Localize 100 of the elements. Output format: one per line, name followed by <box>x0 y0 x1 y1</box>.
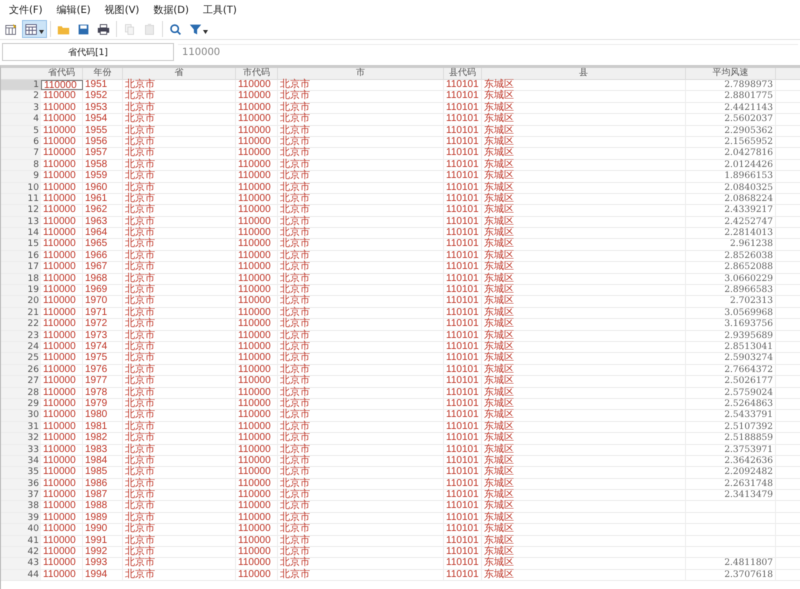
menu-item[interactable]: 数据(D) <box>146 2 196 16</box>
row-number[interactable]: 31 <box>1 422 41 432</box>
row-number[interactable]: 30 <box>1 410 41 421</box>
row-number[interactable]: 17 <box>1 262 41 273</box>
row-number[interactable]: 16 <box>1 250 41 262</box>
row-number[interactable]: 6 <box>1 136 41 148</box>
row-number[interactable]: 20 <box>1 296 41 307</box>
table-cell: 北京市 <box>123 296 236 307</box>
row-number[interactable]: 32 <box>1 433 41 444</box>
column-header[interactable]: 县 <box>482 68 686 79</box>
table-cell: 北京市 <box>278 91 444 102</box>
table-cell: 东城区 <box>482 136 686 148</box>
menu-item[interactable]: 工具(T) <box>196 2 244 16</box>
row-number[interactable]: 3 <box>1 102 41 114</box>
table-cell: 北京市 <box>278 342 444 352</box>
table-cell: 1966 <box>83 250 123 262</box>
table-cell: 110101 <box>444 433 482 444</box>
table-cell: 110101 <box>444 536 482 546</box>
row-number[interactable]: 21 <box>1 308 41 318</box>
table-cell: 110000 <box>236 102 278 114</box>
table-cell: 110000 <box>236 490 278 500</box>
table-cell: 110000 <box>236 262 278 273</box>
row-number[interactable]: 28 <box>1 388 41 398</box>
row-number[interactable]: 9 <box>1 171 41 182</box>
table-cell: 1984 <box>83 456 123 466</box>
table-cell: 2.3707618 <box>686 570 776 580</box>
menu-item[interactable]: 编辑(E) <box>50 2 98 16</box>
row-number[interactable]: 23 <box>1 330 41 341</box>
table-cell: 北京市 <box>123 410 236 421</box>
row-number[interactable]: 27 <box>1 376 41 387</box>
row-number[interactable]: 24 <box>1 342 41 352</box>
table-cell: 110000 <box>41 422 83 432</box>
table-cell: 东城区 <box>482 376 686 387</box>
table-cell: 北京市 <box>123 558 236 569</box>
table-cell: 北京市 <box>278 410 444 421</box>
menu-item[interactable]: 文件(F) <box>2 2 50 16</box>
table-cell: 2.5107392 <box>686 422 776 432</box>
row-number[interactable]: 4 <box>1 114 41 125</box>
table-cell: 北京市 <box>278 570 444 580</box>
row-number[interactable]: 36 <box>1 478 41 490</box>
table-cell: 2.5903274 <box>686 353 776 364</box>
row-number[interactable]: 29 <box>1 398 41 410</box>
table-cell: 110101 <box>444 342 482 352</box>
row-number[interactable]: 34 <box>1 456 41 466</box>
row-number[interactable]: 33 <box>1 444 41 455</box>
table-cell: 北京市 <box>278 558 444 569</box>
variable-name-field[interactable]: 省代码[1] <box>2 43 174 61</box>
table-cell: 1979 <box>83 398 123 410</box>
row-number[interactable]: 8 <box>1 160 41 170</box>
row-number[interactable]: 41 <box>1 536 41 546</box>
table-cell: 东城区 <box>482 182 686 193</box>
table-cell: 北京市 <box>123 467 236 478</box>
row-number[interactable]: 42 <box>1 547 41 558</box>
table-cell: 1981 <box>83 422 123 432</box>
caret-icon <box>203 30 208 34</box>
table-cell: 110000 <box>236 478 278 490</box>
table-cell: 2.0124426 <box>686 160 776 170</box>
table-cell: 110000 <box>41 410 83 421</box>
row-number[interactable]: 38 <box>1 501 41 512</box>
row-number[interactable]: 19 <box>1 285 41 296</box>
row-number[interactable]: 13 <box>1 216 41 228</box>
row-number[interactable]: 18 <box>1 274 41 284</box>
menu-item[interactable]: 视图(V) <box>98 2 146 16</box>
row-number[interactable]: 2 <box>1 91 41 102</box>
row-number[interactable]: 14 <box>1 228 41 238</box>
table-cell: 110101 <box>444 239 482 250</box>
row-number[interactable]: 44 <box>1 570 41 580</box>
cell-value-field[interactable]: 110000 <box>178 44 798 60</box>
row-number[interactable]: 1 <box>1 80 41 90</box>
toolbar-button[interactable] <box>22 20 47 38</box>
row-number[interactable]: 5 <box>1 126 41 136</box>
row-number[interactable]: 35 <box>1 467 41 478</box>
table-cell: 110000 <box>236 376 278 387</box>
row-number[interactable]: 10 <box>1 182 41 193</box>
table-cell: 东城区 <box>482 410 686 421</box>
row-number[interactable]: 7 <box>1 148 41 159</box>
row-number[interactable]: 37 <box>1 490 41 500</box>
table-cell: 110000 <box>41 558 83 569</box>
row-number[interactable]: 43 <box>1 558 41 569</box>
row-number[interactable]: 12 <box>1 205 41 216</box>
paste-icon <box>143 22 156 36</box>
search-icon <box>169 22 182 36</box>
row-number[interactable]: 40 <box>1 524 41 535</box>
row-number[interactable]: 25 <box>1 353 41 364</box>
printer-icon <box>97 22 110 36</box>
table-cell: 北京市 <box>123 570 236 580</box>
table-cell: 北京市 <box>278 80 444 90</box>
table-cell: 110101 <box>444 296 482 307</box>
column-header[interactable]: 年份 <box>83 68 123 79</box>
table-cell: 110000 <box>236 91 278 102</box>
row-number[interactable]: 15 <box>1 239 41 250</box>
row-number[interactable]: 11 <box>1 194 41 204</box>
table-cell: 1.8966153 <box>686 171 776 182</box>
table-cell: 北京市 <box>123 228 236 238</box>
row-number[interactable]: 22 <box>1 319 41 330</box>
row-number[interactable]: 26 <box>1 364 41 376</box>
table-cell: 北京市 <box>123 136 236 148</box>
table-cell: 110000 <box>41 398 83 410</box>
row-number[interactable]: 39 <box>1 512 41 524</box>
column-header[interactable]: 县代码 <box>444 68 482 79</box>
